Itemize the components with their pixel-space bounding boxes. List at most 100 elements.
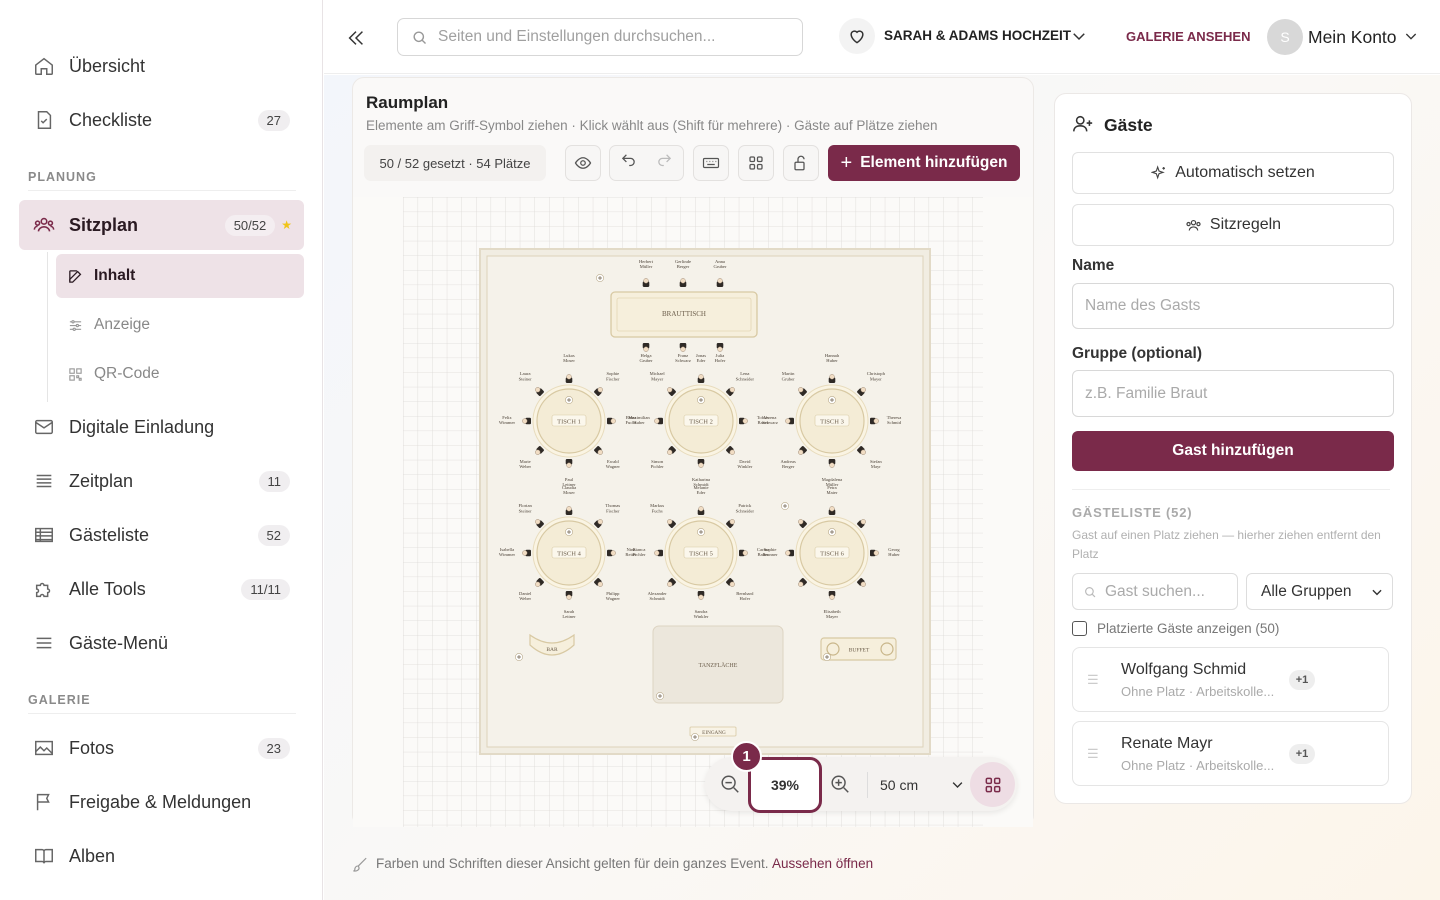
chevron-down-icon[interactable] <box>1070 27 1088 50</box>
floorplan-svg: BRAUTTISCH Herbert Müller Gerlinde Berger Ann… <box>403 197 983 827</box>
account-menu[interactable]: Mein Konto <box>1308 27 1397 48</box>
guest-head <box>654 418 660 424</box>
section-label-planung: PLANUNG <box>28 170 97 184</box>
guest-name-input[interactable]: Name des Gasts <box>1072 283 1394 329</box>
search-icon <box>411 29 428 46</box>
appearance-link[interactable]: Aussehen öffnen <box>772 856 873 871</box>
avatar[interactable]: S <box>1267 19 1303 55</box>
show-placed-checkbox[interactable] <box>1072 621 1087 636</box>
sidebar-subitem-qr-code[interactable]: QR-Code <box>56 352 304 396</box>
guest-card[interactable]: ☰ Wolfgang Schmid Ohne Platz · Arbeitsko… <box>1072 647 1389 712</box>
guest-card[interactable]: ☰ Renate Mayr Ohne Platz · Arbeitskolle.… <box>1072 721 1389 786</box>
seat-guest-name: Georg Huber <box>888 547 900 557</box>
sidebar-subitem-anzeige[interactable]: Anzeige <box>56 303 304 347</box>
sidebar-item-label: Alben <box>69 845 116 866</box>
seat-guest-name: Sophie Brunner <box>762 547 778 557</box>
divider <box>28 190 296 191</box>
seat <box>697 591 705 600</box>
sidebar-item-label: Freigabe & Meldungen <box>69 791 252 812</box>
seat <box>565 506 573 515</box>
seat <box>654 417 663 425</box>
undo-icon[interactable] <box>620 152 637 174</box>
sidebar-item-alle-tools[interactable]: Alle Tools 11/11 <box>19 564 304 614</box>
seat-guest-name: Petra Maier <box>827 485 838 495</box>
gallery-link[interactable]: GALERIE ANSEHEN <box>1126 29 1250 44</box>
guest-head <box>610 418 616 424</box>
home-icon <box>33 55 55 77</box>
seating-rules-button[interactable]: Sitzregeln <box>1072 204 1394 246</box>
seat <box>522 549 531 557</box>
brush-icon <box>352 856 369 878</box>
seat <box>716 343 724 352</box>
auto-assign-button[interactable]: Automatisch setzen <box>1072 152 1394 194</box>
guest-head <box>717 278 723 284</box>
add-guest-button[interactable]: Gast hinzufügen <box>1072 431 1394 471</box>
guest-group-input[interactable]: z.B. Familie Braut <box>1072 370 1394 417</box>
guest-head <box>785 550 791 556</box>
divider <box>1072 489 1390 490</box>
sidebar-item-gaeste-menue[interactable]: Gäste-Menü <box>19 618 304 668</box>
seat <box>870 549 879 557</box>
seat-guest-name: Thomas Fischer <box>605 503 620 513</box>
guest-meta: Ohne Platz · Arbeitskolle... <box>1121 758 1275 773</box>
guest-head <box>522 550 528 556</box>
guest-head <box>566 506 572 512</box>
unlock-icon[interactable] <box>783 145 819 181</box>
seat-guest-name: Florian Steiner <box>519 503 533 513</box>
dance-floor-label: TANZFLÄCHE <box>699 662 738 669</box>
search-placeholder: Seiten und Einstellungen durchsuchen... <box>438 28 716 45</box>
seat <box>716 278 724 287</box>
edit-icon <box>66 268 84 285</box>
guest-head <box>566 374 572 380</box>
seat <box>739 417 748 425</box>
grid-size-select[interactable]: 50 cm <box>880 777 918 793</box>
eye-icon[interactable] <box>565 145 601 181</box>
seat-guest-name: Helga Gruber <box>639 353 652 363</box>
head-table-label: BRAUTTISCH <box>662 310 706 318</box>
sidebar-item-sitzplan[interactable]: Sitzplan 50/52 ★ <box>19 200 304 250</box>
keyboard-icon[interactable] <box>693 145 729 181</box>
redo-icon[interactable] <box>656 152 673 174</box>
qr-code-icon <box>66 367 84 382</box>
drag-handle-icon[interactable]: ☰ <box>1087 672 1099 688</box>
zoom-in-icon[interactable] <box>829 773 851 800</box>
search-input[interactable]: Seiten und Einstellungen durchsuchen... <box>397 18 803 56</box>
heart-icon[interactable] <box>839 18 875 54</box>
chevron-down-icon[interactable] <box>950 777 965 797</box>
collapse-sidebar-icon[interactable] <box>343 25 369 51</box>
sidebar-item-checkliste[interactable]: Checkliste 27 <box>19 95 304 145</box>
grid-toggle-icon[interactable] <box>970 762 1015 807</box>
floorplan-canvas[interactable]: BRAUTTISCH Herbert Müller Gerlinde Berger Ann… <box>353 197 1033 827</box>
sparkles-icon <box>1151 165 1167 181</box>
group-filter-select[interactable]: Alle Gruppen <box>1246 573 1393 610</box>
seat-guest-name: Theresa Schmid <box>887 415 902 425</box>
sidebar-item-uebersicht[interactable]: Übersicht <box>19 41 304 91</box>
add-element-button[interactable]: + Element hinzufügen <box>828 145 1020 181</box>
sidebar-item-digitale-einladung[interactable]: Digitale Einladung <box>19 402 304 452</box>
sidebar-item-fotos[interactable]: Fotos 23 <box>19 723 304 773</box>
grid-icon[interactable] <box>738 145 774 181</box>
guest-search-input[interactable]: Gast suchen... <box>1072 573 1238 610</box>
seat-guest-name: Julia Hofer <box>715 353 726 363</box>
guest-head <box>829 594 835 600</box>
drag-handle-icon[interactable]: ☰ <box>1087 746 1099 762</box>
sidebar-item-alben[interactable]: Alben <box>19 831 304 881</box>
sidebar-item-label: Zeitplan <box>69 470 134 491</box>
divider <box>28 713 296 714</box>
guest-head <box>680 278 686 284</box>
event-switcher[interactable]: SARAH & ADAMS HOCHZEIT <box>884 28 1071 43</box>
zoom-out-icon[interactable] <box>719 773 741 800</box>
sidebar-item-zeitplan[interactable]: Zeitplan 11 <box>19 456 304 506</box>
seat-guest-name: Ewald Wagner <box>606 459 621 469</box>
seat <box>565 591 573 600</box>
seat-guest-name: Herbert Müller <box>639 259 654 269</box>
chevron-down-icon[interactable] <box>1403 28 1419 49</box>
sidebar-item-gaesteliste[interactable]: Gästeliste 52 <box>19 510 304 560</box>
guest-head <box>643 278 649 284</box>
sidebar-subitem-inhalt[interactable]: Inhalt <box>56 254 304 298</box>
sidebar-item-freigabe[interactable]: Freigabe & Meldungen <box>19 777 304 827</box>
users-icon <box>1185 217 1202 234</box>
seat-guest-name: Anna Gruber <box>713 259 726 269</box>
sidebar-item-label: Checkliste <box>69 109 153 130</box>
guest-head <box>698 374 704 380</box>
